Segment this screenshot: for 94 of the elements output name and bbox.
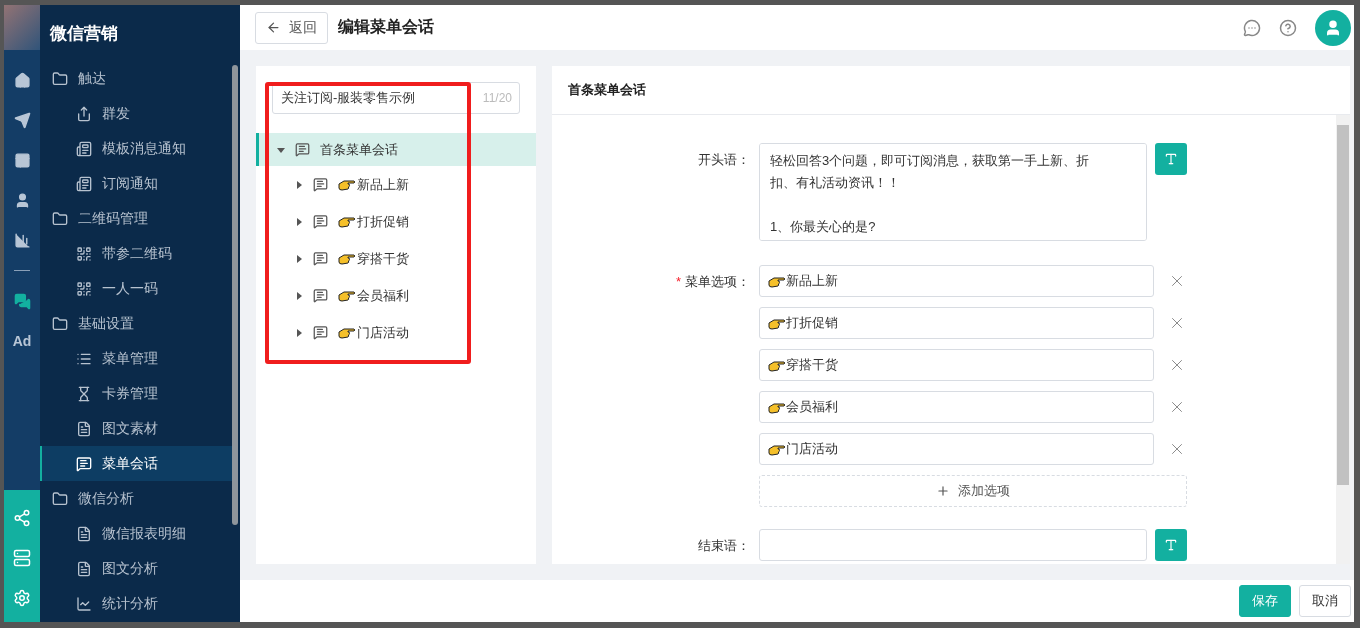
menu-item-icon — [76, 420, 92, 437]
menu-item[interactable]: 一人一码 — [40, 271, 232, 306]
pointing-hand-icon — [338, 252, 356, 265]
option-field[interactable]: 会员福利 — [759, 391, 1154, 423]
menu-item-icon — [76, 175, 92, 192]
text-icon — [1164, 152, 1178, 166]
menu-item[interactable]: 图文素材 — [40, 411, 232, 446]
photo-placeholder — [4, 5, 40, 50]
server-icon[interactable] — [13, 549, 31, 567]
plus-icon — [936, 484, 950, 498]
pointing-hand-icon — [768, 274, 786, 288]
chat-icon — [313, 251, 328, 266]
back-button[interactable]: 返回 — [255, 11, 328, 44]
menu-group[interactable]: 基础设置 — [40, 306, 232, 341]
network-icon[interactable] — [13, 509, 31, 527]
char-count: 11/20 — [482, 91, 512, 105]
pointing-hand-icon — [338, 178, 356, 191]
pointing-hand-icon — [338, 289, 356, 302]
chat-icon[interactable] — [1243, 18, 1261, 37]
chat-bubbles-icon[interactable] — [13, 292, 31, 310]
menu-item-icon — [76, 455, 92, 472]
menu-item-icon — [76, 245, 92, 262]
tree-node[interactable]: 会员福利 — [256, 277, 536, 314]
folder-icon — [52, 210, 68, 227]
option-field[interactable]: 打折促销 — [759, 307, 1154, 339]
chat-icon — [313, 288, 328, 303]
scrollbar[interactable] — [1336, 115, 1350, 564]
caret-icon[interactable] — [295, 328, 303, 337]
menu-group[interactable]: 微信分析 — [40, 481, 232, 516]
tree-node[interactable]: 门店活动 — [256, 314, 536, 351]
menu-item[interactable]: 卡券管理 — [40, 376, 232, 411]
chat-icon — [313, 177, 328, 192]
app-title: 微信营销 — [49, 22, 119, 45]
add-option-button[interactable]: 添加选项 — [759, 475, 1187, 507]
text-template-button[interactable] — [1155, 143, 1187, 175]
opening-textarea[interactable]: 轻松回答3个问题，即可订阅消息，获取第一手上新、折扣、有礼活动资讯！！ 1、你最关心的是? — [759, 143, 1147, 241]
ad-label[interactable]: Ad — [12, 321, 32, 361]
chat-icon — [313, 325, 328, 340]
tree-node[interactable]: 首条菜单会话 — [256, 133, 536, 166]
folder-icon — [52, 70, 68, 87]
send-icon[interactable] — [13, 111, 31, 129]
panel-title: 首条菜单会话 — [552, 66, 1350, 115]
menu-item[interactable]: 微信报表明细 — [40, 516, 232, 551]
help-icon[interactable] — [1279, 18, 1297, 37]
menu-item-icon — [76, 385, 92, 402]
menu-item[interactable]: 订阅通知 — [40, 166, 232, 201]
menu-item[interactable]: 模板消息通知 — [40, 131, 232, 166]
menu-item-icon — [76, 560, 92, 577]
chat-icon — [313, 214, 328, 229]
menu-item[interactable]: 菜单会话 — [40, 446, 232, 481]
pointing-hand-icon — [768, 358, 786, 372]
menu-item-icon — [76, 105, 92, 122]
field-label: 结束语： — [697, 537, 750, 555]
folder-icon — [52, 315, 68, 332]
menu-item-icon — [76, 280, 92, 297]
tree-node[interactable]: 新品上新 — [256, 166, 536, 203]
pointing-hand-icon — [768, 400, 786, 414]
settings-icon[interactable] — [13, 589, 31, 607]
menu-item[interactable]: 菜单管理 — [40, 341, 232, 376]
menu-item[interactable]: 图文分析 — [40, 551, 232, 586]
closing-field[interactable] — [759, 529, 1147, 561]
chat-icon — [295, 142, 310, 157]
home-icon[interactable] — [13, 71, 31, 89]
option-field[interactable]: 门店活动 — [759, 433, 1154, 465]
pointing-hand-icon — [338, 215, 356, 228]
pointing-hand-icon — [768, 316, 786, 330]
caret-icon[interactable] — [295, 291, 303, 300]
menu-group[interactable]: 触达 — [40, 61, 232, 96]
pointing-hand-icon — [338, 326, 356, 339]
pointing-hand-icon — [768, 442, 786, 456]
menu-item-icon — [76, 595, 92, 612]
menu-item[interactable]: 群发 — [40, 96, 232, 131]
menu-item[interactable]: 带参二维码 — [40, 236, 232, 271]
menu-group[interactable]: 二维码管理 — [40, 201, 232, 236]
page-title: 编辑菜单会话 — [338, 17, 434, 37]
tree-node[interactable]: 穿搭干货 — [256, 240, 536, 277]
caret-icon[interactable] — [295, 254, 303, 263]
option-field[interactable]: 新品上新 — [759, 265, 1154, 297]
menu-item-icon — [76, 525, 92, 542]
text-template-button[interactable] — [1155, 529, 1187, 561]
menu-item-icon — [76, 140, 92, 157]
tree-node[interactable]: 打折促销 — [256, 203, 536, 240]
field-label: * 菜单选项： — [674, 273, 750, 291]
caret-icon[interactable] — [277, 145, 285, 154]
field-label: 开头语： — [697, 151, 750, 169]
menu-item[interactable]: 统计分析 — [40, 586, 232, 621]
cancel-button[interactable]: 取消 — [1299, 585, 1351, 617]
text-icon — [1164, 538, 1178, 552]
caret-icon[interactable] — [295, 217, 303, 226]
user-avatar[interactable] — [1315, 9, 1351, 46]
option-field[interactable]: 穿搭干货 — [759, 349, 1154, 381]
caret-icon[interactable] — [295, 180, 303, 189]
scrollbar[interactable] — [232, 65, 238, 525]
folder-icon — [52, 490, 68, 507]
